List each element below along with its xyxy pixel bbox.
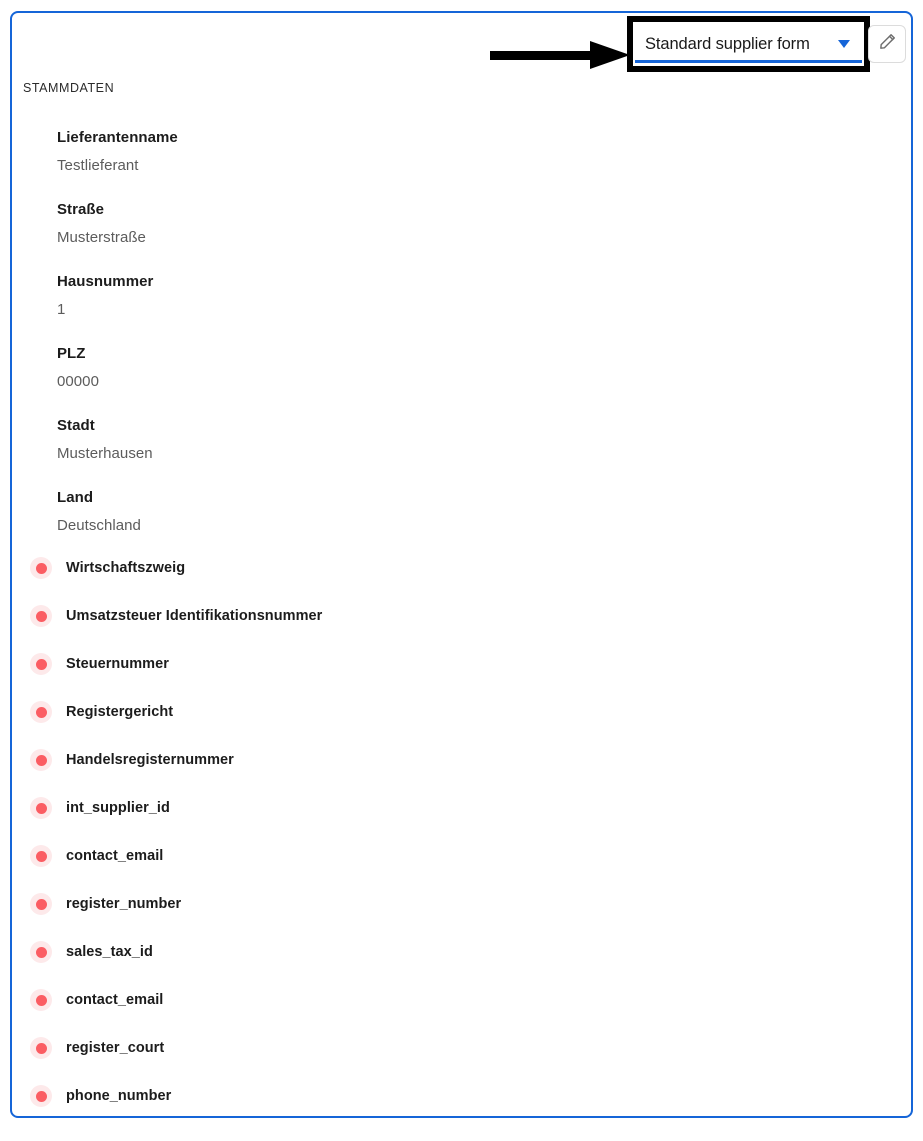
missing-field-label: register_court	[66, 1040, 165, 1056]
chevron-down-icon[interactable]	[838, 40, 850, 48]
missing-indicator-dot-icon	[30, 701, 52, 723]
missing-field-label: Registergericht	[66, 704, 174, 720]
missing-field-label: contact_email	[66, 992, 164, 1008]
field-row: Lieferantenname Testlieferant	[12, 113, 911, 185]
missing-field-label: register_number	[66, 896, 182, 912]
field-label: PLZ	[57, 345, 86, 362]
field-row: Land Deutschland	[12, 473, 911, 545]
missing-field-row[interactable]: int_supplier_id	[12, 785, 911, 833]
field-row: Straße Musterstraße	[12, 185, 911, 257]
missing-indicator-dot-icon	[30, 749, 52, 771]
missing-field-row[interactable]: Wirtschaftszweig	[12, 545, 911, 593]
card-header: Standard supplier form	[12, 13, 911, 75]
field-value: Musterhausen	[57, 445, 153, 462]
field-label: Hausnummer	[57, 273, 154, 290]
edit-button[interactable]	[868, 25, 906, 63]
missing-field-label: phone_number	[66, 1088, 172, 1104]
missing-indicator-dot-icon	[30, 797, 52, 819]
form-selector-value: Standard supplier form	[645, 34, 810, 53]
field-value: Testlieferant	[57, 157, 139, 174]
missing-field-row[interactable]: phone_number	[12, 1073, 911, 1116]
missing-field-row[interactable]: register_court	[12, 1025, 911, 1073]
missing-indicator-dot-icon	[30, 557, 52, 579]
field-value: Deutschland	[57, 517, 141, 534]
missing-field-label: Handelsregisternummer	[66, 752, 234, 768]
field-value: 1	[57, 301, 66, 318]
dropdown-underline	[635, 60, 862, 63]
screenshot-root: Standard supplier form STAMMDATEN Liefer…	[0, 0, 923, 1141]
field-label: Straße	[57, 201, 104, 218]
missing-field-label: Steuernummer	[66, 656, 169, 672]
missing-field-row[interactable]: sales_tax_id	[12, 929, 911, 977]
missing-field-row[interactable]: Umsatzsteuer Identifikationsnummer	[12, 593, 911, 641]
supplier-master-data-card: Standard supplier form STAMMDATEN Liefer…	[10, 11, 913, 1118]
pencil-icon	[878, 32, 897, 56]
missing-field-row[interactable]: register_number	[12, 881, 911, 929]
missing-field-row[interactable]: contact_email	[12, 977, 911, 1025]
missing-indicator-dot-icon	[30, 941, 52, 963]
missing-field-label: int_supplier_id	[66, 800, 170, 816]
field-value: Musterstraße	[57, 229, 146, 246]
missing-field-label: contact_email	[66, 848, 164, 864]
missing-indicator-dot-icon	[30, 1037, 52, 1059]
missing-indicator-dot-icon	[30, 653, 52, 675]
field-row: PLZ 00000	[12, 329, 911, 401]
missing-field-list: Wirtschaftszweig Umsatzsteuer Identifika…	[12, 545, 911, 1116]
form-selector-dropdown[interactable]: Standard supplier form	[633, 22, 864, 66]
missing-indicator-dot-icon	[30, 989, 52, 1011]
annotation-highlight-box: Standard supplier form	[627, 16, 870, 72]
missing-indicator-dot-icon	[30, 893, 52, 915]
field-value: 00000	[57, 373, 99, 390]
missing-field-label: Wirtschaftszweig	[66, 560, 186, 576]
missing-indicator-dot-icon	[30, 605, 52, 627]
field-row: Hausnummer 1	[12, 257, 911, 329]
field-label: Land	[57, 489, 94, 506]
missing-field-label: sales_tax_id	[66, 944, 153, 960]
missing-field-label: Umsatzsteuer Identifikationsnummer	[66, 608, 323, 624]
field-row: Stadt Musterhausen	[12, 401, 911, 473]
field-label: Stadt	[57, 417, 95, 434]
missing-field-row[interactable]: Handelsregisternummer	[12, 737, 911, 785]
missing-field-row[interactable]: contact_email	[12, 833, 911, 881]
missing-field-row[interactable]: Steuernummer	[12, 641, 911, 689]
missing-field-row[interactable]: Registergericht	[12, 689, 911, 737]
field-label: Lieferantenname	[57, 129, 178, 146]
master-data-field-list: Lieferantenname Testlieferant Straße Mus…	[12, 113, 911, 545]
arrow-right-icon	[490, 41, 630, 69]
missing-indicator-dot-icon	[30, 845, 52, 867]
section-heading: STAMMDATEN	[23, 81, 115, 95]
missing-indicator-dot-icon	[30, 1085, 52, 1107]
